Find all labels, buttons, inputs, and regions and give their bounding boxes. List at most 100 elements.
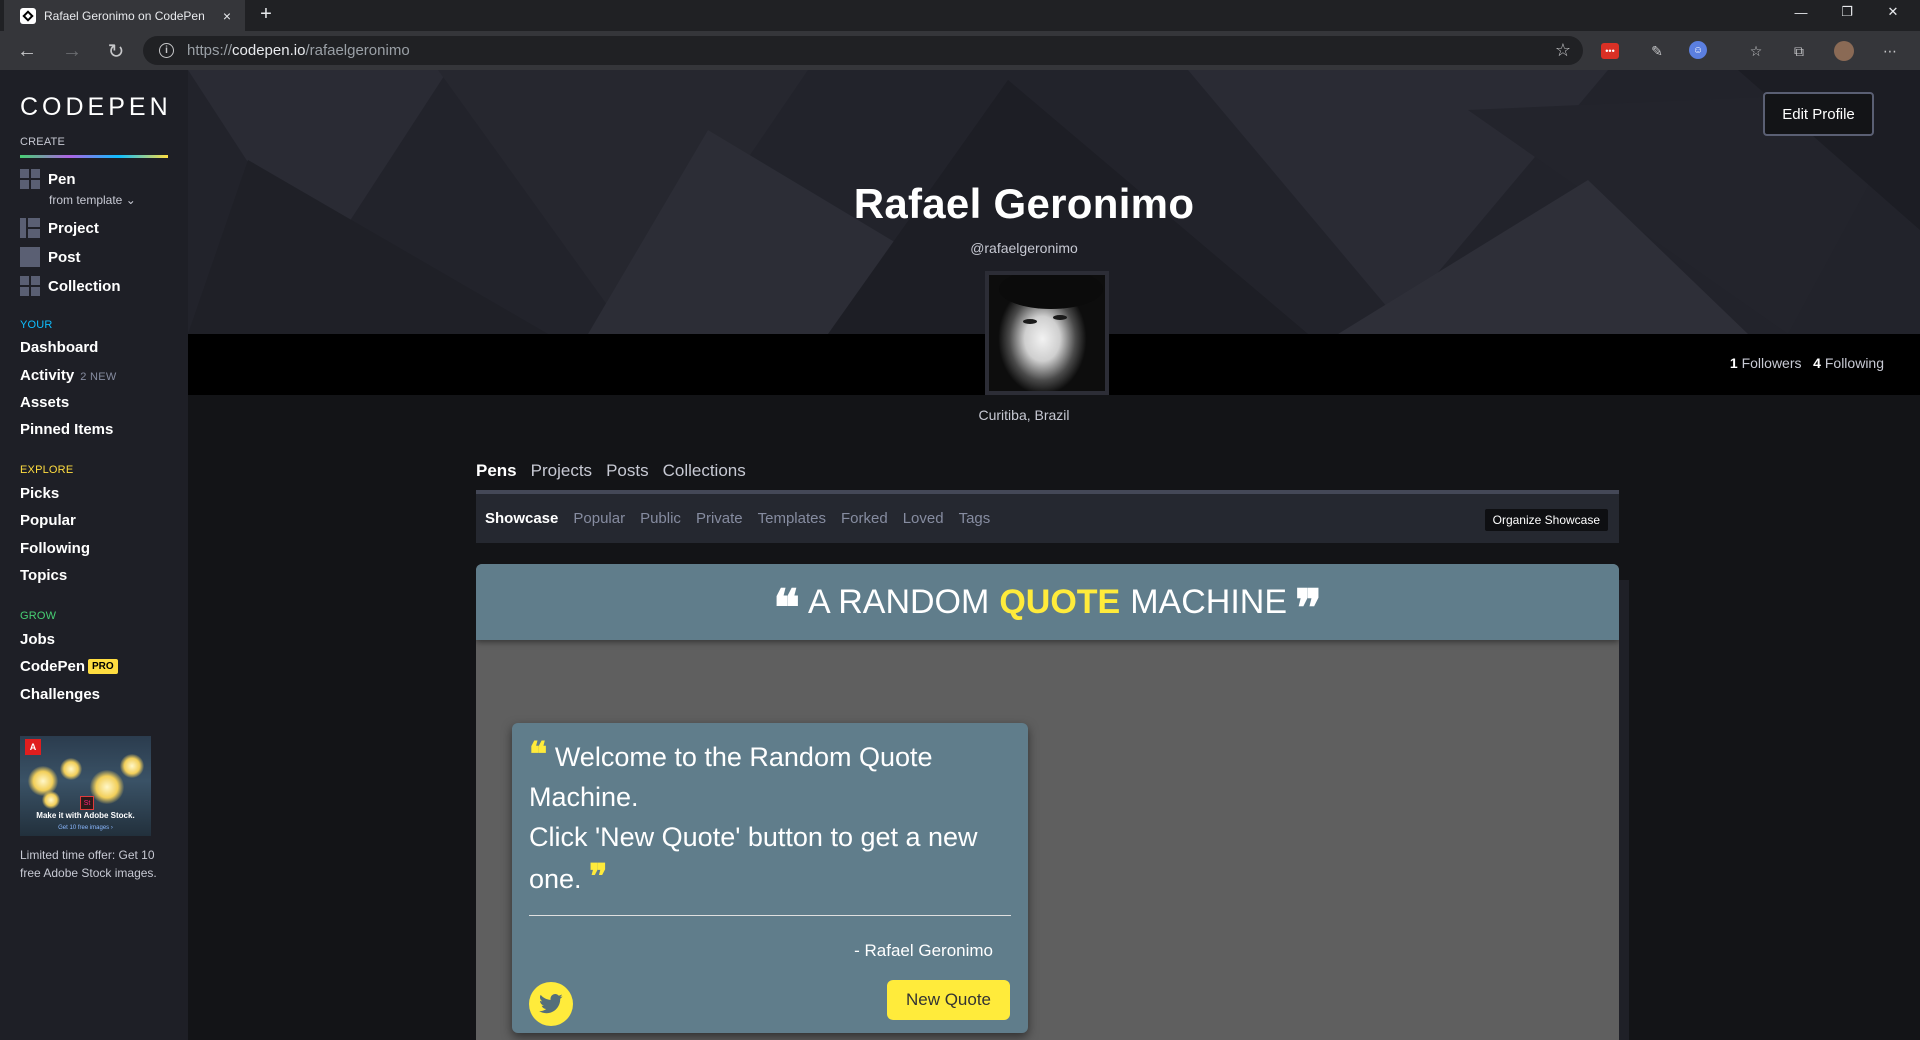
preview-title-start: A RANDOM: [807, 582, 990, 621]
tab-projects[interactable]: Projects: [531, 461, 592, 481]
close-quote-icon: ❞: [1295, 578, 1322, 637]
preview-title-bar: ❝ A RANDOM QUOTE MACHINE ❞: [476, 564, 1619, 640]
extension-red-icon[interactable]: •••: [1601, 43, 1619, 59]
nav-activity[interactable]: Activity 2 NEW: [20, 367, 117, 384]
back-arrow-icon[interactable]: ←: [14, 38, 40, 64]
profile-name: Rafael Geronimo: [853, 180, 1195, 227]
reload-icon[interactable]: ↻: [103, 38, 129, 64]
subnav-showcase[interactable]: Showcase: [485, 510, 558, 527]
nav-following[interactable]: Following: [20, 540, 90, 557]
profile-avatar: [985, 271, 1109, 395]
ad-cta: Get 10 free images ›: [58, 825, 113, 831]
sidebar: CODEPEN CREATE Pen from template ⌄ Proje…: [0, 70, 188, 1040]
profile-tabs: Pens Projects Posts Collections: [476, 461, 746, 481]
preview-title-accent: QUOTE: [999, 582, 1121, 621]
profile-location: Curitiba, Brazil: [978, 407, 1070, 423]
explore-section-label: EXPLORE: [20, 464, 74, 476]
post-icon: [20, 247, 40, 267]
showcase-pen-preview[interactable]: ❝ A RANDOM QUOTE MACHINE ❞ ❝ Welcome to …: [476, 564, 1619, 1040]
your-section-label: YOUR: [20, 319, 53, 331]
quote-card: ❝ Welcome to the Random Quote Machine. C…: [512, 723, 1028, 1033]
quote-divider: [529, 915, 1011, 916]
tab-close-icon[interactable]: ×: [219, 8, 235, 24]
forward-arrow-icon[interactable]: →: [59, 38, 85, 64]
rainbow-divider: [20, 155, 168, 158]
twitter-icon: [539, 994, 563, 1014]
tab-title: Rafael Geronimo on CodePen: [44, 8, 205, 23]
url-field[interactable]: i https://codepen.io/rafaelgeronimo ☆: [143, 36, 1583, 65]
url-text[interactable]: https://codepen.io/rafaelgeronimo: [187, 42, 1555, 59]
create-collection[interactable]: Collection: [20, 276, 121, 296]
pen-icon: [20, 169, 40, 189]
tab-pens[interactable]: Pens: [476, 461, 517, 481]
collections-icon[interactable]: ⧉: [1789, 41, 1809, 61]
close-window-button[interactable]: ✕: [1870, 0, 1916, 24]
project-icon: [20, 218, 40, 238]
pens-subnav: Showcase Popular Public Private Template…: [476, 490, 1619, 543]
tab-posts[interactable]: Posts: [606, 461, 649, 481]
create-post[interactable]: Post: [20, 247, 81, 267]
create-project[interactable]: Project: [20, 218, 99, 238]
extension-chat-icon[interactable]: ☺: [1689, 41, 1707, 59]
nav-picks[interactable]: Picks: [20, 485, 59, 502]
minimize-button[interactable]: —: [1778, 0, 1824, 24]
create-pen[interactable]: Pen: [20, 169, 76, 189]
profile-main: Edit Profile Rafael Geronimo @rafaelgero…: [188, 70, 1920, 1040]
profile-handle: @rafaelgeronimo: [970, 240, 1078, 256]
adobe-logo-icon: A: [25, 739, 41, 755]
nav-assets[interactable]: Assets: [20, 394, 69, 411]
subnav-forked[interactable]: Forked: [841, 510, 888, 527]
pro-badge: PRO: [88, 659, 118, 674]
site-info-icon[interactable]: i: [159, 43, 174, 58]
nav-challenges[interactable]: Challenges: [20, 686, 100, 703]
preview-shadow: [1619, 580, 1629, 1040]
browser-tab[interactable]: Rafael Geronimo on CodePen ×: [4, 0, 245, 31]
nav-codepen-pro[interactable]: CodePen PRO: [20, 658, 118, 675]
subnav-loved[interactable]: Loved: [903, 510, 944, 527]
bookmark-star-icon[interactable]: ☆: [1555, 40, 1571, 61]
quote-open-icon: ❝: [529, 735, 548, 775]
follow-stats: 1 Followers 4 Following: [1730, 355, 1884, 371]
adobe-stock-ad-image[interactable]: A St Make it with Adobe Stock. Get 10 fr…: [20, 736, 151, 836]
new-tab-button[interactable]: +: [254, 3, 278, 26]
open-quote-icon: ❝: [773, 578, 800, 637]
ad-tagline: Make it with Adobe Stock.: [36, 811, 135, 820]
subnav-templates[interactable]: Templates: [758, 510, 826, 527]
codepen-favicon-icon: [20, 7, 36, 24]
activity-badge: 2 NEW: [80, 371, 117, 383]
following-link[interactable]: 4 Following: [1813, 355, 1884, 371]
nav-topics[interactable]: Topics: [20, 567, 67, 584]
grow-section-label: GROW: [20, 610, 57, 622]
subnav-tags[interactable]: Tags: [959, 510, 991, 527]
preview-title-end: MACHINE: [1130, 582, 1288, 621]
quote-text: ❝ Welcome to the Random Quote Machine. C…: [529, 735, 978, 897]
tweet-button[interactable]: [529, 982, 573, 1026]
new-quote-button[interactable]: New Quote: [887, 980, 1010, 1020]
organize-showcase-button[interactable]: Organize Showcase: [1484, 509, 1608, 531]
stock-logo-icon: St: [80, 796, 94, 810]
quote-author: - Rafael Geronimo: [854, 941, 993, 960]
codepen-logo[interactable]: CODEPEN: [20, 93, 172, 122]
followers-link[interactable]: 1 Followers: [1730, 355, 1802, 371]
restore-button[interactable]: ❐: [1824, 0, 1870, 24]
quote-close-icon: ❞: [589, 857, 608, 897]
address-bar: ← → ↻ i https://codepen.io/rafaelgeronim…: [0, 31, 1920, 70]
browser-tab-bar: Rafael Geronimo on CodePen × + — ❐ ✕: [0, 0, 1920, 31]
collection-icon: [20, 276, 40, 296]
create-section-label: CREATE: [20, 136, 66, 148]
extension-pen-icon[interactable]: ✎: [1647, 41, 1667, 61]
from-template-dropdown[interactable]: from template ⌄: [49, 193, 136, 207]
nav-pinned-items[interactable]: Pinned Items: [20, 421, 113, 438]
favorites-icon[interactable]: ☆: [1746, 41, 1766, 61]
nav-dashboard[interactable]: Dashboard: [20, 339, 98, 356]
subnav-popular[interactable]: Popular: [573, 510, 625, 527]
nav-jobs[interactable]: Jobs: [20, 631, 55, 648]
subnav-public[interactable]: Public: [640, 510, 681, 527]
browser-menu-icon[interactable]: ⋯: [1880, 41, 1900, 61]
subnav-private[interactable]: Private: [696, 510, 743, 527]
edit-profile-button[interactable]: Edit Profile: [1763, 92, 1874, 136]
tab-collections[interactable]: Collections: [663, 461, 746, 481]
ad-description[interactable]: Limited time offer: Get 10 free Adobe St…: [20, 846, 170, 882]
nav-popular[interactable]: Popular: [20, 512, 76, 529]
profile-avatar-icon[interactable]: [1834, 41, 1854, 61]
